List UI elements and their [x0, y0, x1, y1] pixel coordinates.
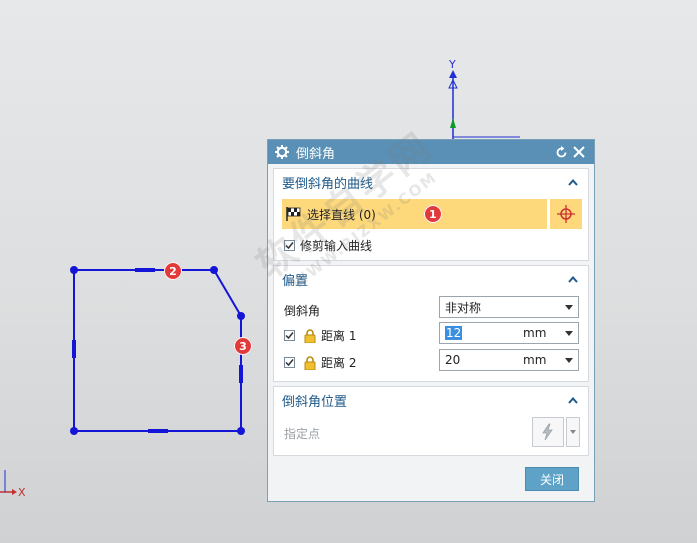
dialog-titlebar: 倒斜角: [268, 140, 594, 164]
chamfer-type-label: 倒斜角: [284, 304, 321, 318]
section-position-title: 倒斜角位置: [282, 394, 348, 410]
vertex-point[interactable]: [237, 312, 245, 320]
vertex-point[interactable]: [70, 266, 78, 274]
distance1-input[interactable]: 12 mm: [439, 322, 579, 344]
section-position: 倒斜角位置 指定点: [273, 386, 589, 456]
trim-input-row: 修剪输入曲线: [284, 237, 372, 254]
chevron-up-icon[interactable]: [566, 272, 580, 286]
distance1-label: 距离 1: [321, 329, 357, 343]
chevron-down-icon: [565, 330, 573, 336]
chevron-down-icon: [570, 430, 576, 434]
point-type-dropdown[interactable]: [566, 417, 580, 447]
point-lightning-icon: [542, 423, 553, 441]
chevron-up-icon[interactable]: [566, 393, 580, 407]
dialog-title: 倒斜角: [296, 146, 336, 162]
lock-icon[interactable]: [304, 355, 316, 370]
distance1-checkbox[interactable]: [284, 330, 295, 341]
x-axis-label: X: [18, 486, 26, 499]
close-icon[interactable]: [570, 143, 588, 161]
crosshair-icon: [557, 205, 575, 223]
distance2-value: 20: [445, 353, 461, 367]
sketch-profile[interactable]: [70, 266, 245, 435]
y-axis-label: Y: [448, 58, 456, 71]
step-badge-2: 2: [164, 262, 182, 280]
vertex-point[interactable]: [237, 427, 245, 435]
distance2-checkbox[interactable]: [284, 357, 295, 368]
lock-icon[interactable]: [304, 328, 316, 343]
distance1-value: 12: [445, 326, 463, 340]
step-badge-3: 3: [234, 337, 252, 355]
section-curves-title: 要倒斜角的曲线: [282, 176, 374, 192]
section-offset-title: 偏置: [282, 273, 309, 289]
point-dialog-button[interactable]: [532, 417, 564, 447]
select-line-field[interactable]: 选择直线 (0) 1: [282, 199, 547, 229]
section-curves-header[interactable]: 要倒斜角的曲线: [274, 169, 588, 195]
vertex-point[interactable]: [210, 266, 218, 274]
section-curves: 要倒斜角的曲线 选择直线 (0) 1 修剪输入曲线: [273, 168, 589, 261]
specify-point-label: 指定点: [284, 427, 321, 441]
chamfer-dialog: 倒斜角 要倒斜角的曲线 选择直线 (0) 1 修剪输入曲线 偏置 倒斜角 非对称…: [267, 139, 595, 502]
distance1-row: 距离 1: [284, 327, 356, 344]
reset-icon[interactable]: [552, 143, 570, 161]
distance2-label: 距离 2: [321, 356, 357, 370]
close-button[interactable]: 关闭: [525, 467, 579, 491]
chevron-up-icon[interactable]: [566, 175, 580, 189]
y-axis: Y: [448, 58, 520, 140]
distance2-unit: mm: [523, 353, 547, 367]
select-line-label: 选择直线 (0): [307, 207, 376, 222]
section-offset-header[interactable]: 偏置: [274, 266, 588, 292]
step-badge-1: 1: [423, 205, 442, 223]
section-offset: 偏置 倒斜角 非对称 距离 1 12 mm 距离 2 20 mm: [273, 265, 589, 382]
chamfer-type-value: 非对称: [445, 300, 482, 315]
chevron-down-icon: [565, 304, 573, 310]
gear-icon[interactable]: [274, 144, 290, 160]
crosshair-button[interactable]: [550, 199, 582, 229]
vertex-point[interactable]: [70, 427, 78, 435]
distance2-input[interactable]: 20 mm: [439, 349, 579, 371]
x-axis: [0, 470, 17, 495]
checkered-flag-icon: [286, 207, 301, 221]
trim-input-checkbox[interactable]: [284, 240, 295, 251]
chamfer-type-select[interactable]: 非对称: [439, 296, 579, 318]
section-position-header[interactable]: 倒斜角位置: [274, 387, 588, 413]
distance2-row: 距离 2: [284, 354, 356, 371]
chevron-down-icon: [565, 357, 573, 363]
trim-input-label: 修剪输入曲线: [300, 239, 373, 253]
distance1-unit: mm: [523, 326, 547, 340]
